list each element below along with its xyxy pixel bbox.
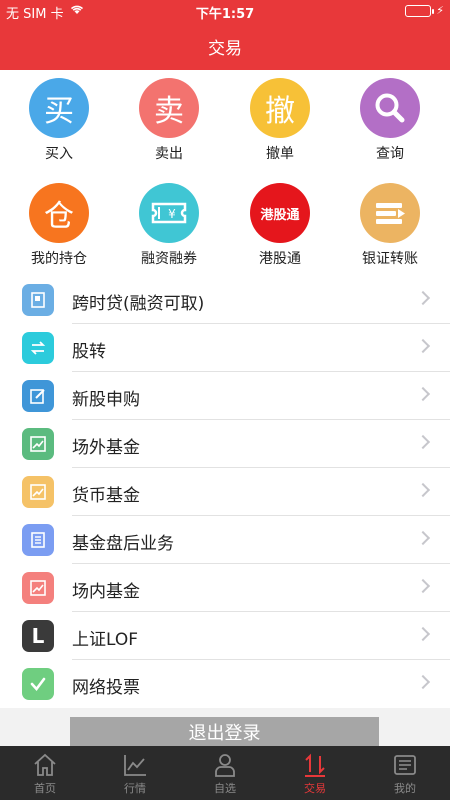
line-chart-icon — [124, 755, 146, 776]
grid-item-query[interactable]: 查询 — [334, 78, 446, 163]
grid-item-sell[interactable]: 卖 卖出 — [113, 78, 225, 163]
doc-icon — [22, 524, 54, 556]
chart-icon — [22, 476, 54, 508]
swap-icon — [22, 332, 54, 364]
chevron-right-icon — [415, 530, 431, 546]
grid-item-label: 我的持仓 — [31, 251, 87, 267]
list-item-share-transfer[interactable]: 股转 — [0, 324, 450, 372]
home-icon — [34, 753, 56, 776]
list-item-exchange-fund[interactable]: 场内基金 — [0, 564, 450, 612]
grid-item-bank-transfer[interactable]: 银证转账 — [334, 183, 446, 268]
cancel-order-icon: 撤 — [250, 78, 310, 138]
list-item-label: 股转 — [72, 342, 106, 362]
positions-icon: 仓 — [29, 183, 89, 243]
lof-icon: L — [22, 620, 54, 652]
list-item-online-voting[interactable]: 网络投票 — [0, 660, 450, 708]
tab-label: 自选 — [214, 782, 236, 795]
list-item-label: 场内基金 — [72, 582, 140, 602]
list-item-label: 网络投票 — [72, 678, 140, 698]
grid-item-positions[interactable]: 仓 我的持仓 — [3, 183, 115, 268]
hk-connect-icon: 港股通 — [250, 183, 310, 243]
tab-trade[interactable]: 交易 — [270, 746, 360, 800]
app-header: 无 SIM 卡 下午1:57 ⚡ 交易 — [0, 0, 450, 70]
page-title: 交易 — [208, 39, 242, 59]
chevron-right-icon — [415, 578, 431, 594]
list-item-after-hours-fund[interactable]: 基金盘后业务 — [0, 516, 450, 564]
grid-item-margin[interactable]: ¥ 融资融券 — [113, 183, 225, 268]
tab-label: 行情 — [124, 782, 146, 795]
ticket-icon: ¥ — [139, 183, 199, 243]
tab-mine[interactable]: 我的 — [360, 746, 450, 800]
grid-item-label: 银证转账 — [362, 251, 418, 267]
chevron-right-icon — [415, 626, 431, 642]
sell-icon: 卖 — [139, 78, 199, 138]
tab-bar: 首页 行情 自选 交易 我的 — [0, 746, 450, 800]
list-item-label: 场外基金 — [72, 438, 140, 458]
tab-label: 交易 — [304, 782, 326, 795]
quick-actions-grid: 买 买入 卖 卖出 撤 撤单 查询 仓 我的持仓 ¥ 融资融券 港股通 港股通 … — [0, 70, 450, 276]
check-icon — [22, 668, 54, 700]
list-item-label: 跨时贷(融资可取) — [72, 294, 205, 314]
list-item-cross-time-loan[interactable]: 跨时贷(融资可取) — [0, 276, 450, 324]
status-time: 下午1:57 — [195, 7, 255, 22]
chevron-right-icon — [415, 674, 431, 690]
grid-item-label: 融资融券 — [141, 251, 197, 267]
chevron-right-icon — [415, 434, 431, 450]
tab-home[interactable]: 首页 — [0, 746, 90, 800]
news-icon — [394, 755, 416, 775]
status-bar: 无 SIM 卡 下午1:57 ⚡ — [0, 0, 450, 22]
edit-icon — [22, 380, 54, 412]
grid-item-label: 买入 — [45, 146, 73, 162]
user-icon — [215, 754, 235, 777]
list-item-label: 新股申购 — [72, 390, 140, 410]
list-item-label: 货币基金 — [72, 486, 140, 506]
svg-text:¥: ¥ — [168, 207, 176, 221]
search-icon — [360, 78, 420, 138]
transfer-icon — [360, 183, 420, 243]
chevron-right-icon — [415, 290, 431, 306]
services-list: 跨时贷(融资可取) 股转 新股申购 场外基金 货币基金 基金盘后业务 场内基金 … — [0, 276, 450, 708]
chevron-right-icon — [415, 386, 431, 402]
chevron-right-icon — [415, 482, 431, 498]
chart-icon — [22, 572, 54, 604]
grid-item-hk-connect[interactable]: 港股通 港股通 — [224, 183, 336, 268]
chevron-right-icon — [415, 338, 431, 354]
grid-item-label: 查询 — [376, 146, 404, 162]
list-item-label: 上证LOF — [72, 630, 139, 650]
list-item-money-fund[interactable]: 货币基金 — [0, 468, 450, 516]
charging-icon: ⚡ — [436, 4, 444, 17]
list-item-otc-fund[interactable]: 场外基金 — [0, 420, 450, 468]
list-item-label: 基金盘后业务 — [72, 534, 174, 554]
battery-indicator: ⚡ — [405, 4, 444, 17]
grid-item-label: 撤单 — [266, 146, 294, 162]
tab-market[interactable]: 行情 — [90, 746, 180, 800]
battery-icon — [405, 4, 435, 17]
tab-watchlist[interactable]: 自选 — [180, 746, 270, 800]
book-icon — [22, 284, 54, 316]
grid-item-label: 港股通 — [259, 251, 301, 267]
chart-icon — [22, 428, 54, 460]
list-item-ipo-subscription[interactable]: 新股申购 — [0, 372, 450, 420]
tab-label: 首页 — [34, 782, 56, 795]
grid-item-buy[interactable]: 买 买入 — [3, 78, 115, 163]
grid-item-cancel[interactable]: 撤 撤单 — [224, 78, 336, 163]
trade-arrows-icon — [305, 753, 325, 777]
grid-item-label: 卖出 — [155, 146, 183, 162]
buy-icon: 买 — [29, 78, 89, 138]
list-item-sse-lof[interactable]: L 上证LOF — [0, 612, 450, 660]
tab-label: 我的 — [394, 782, 416, 795]
